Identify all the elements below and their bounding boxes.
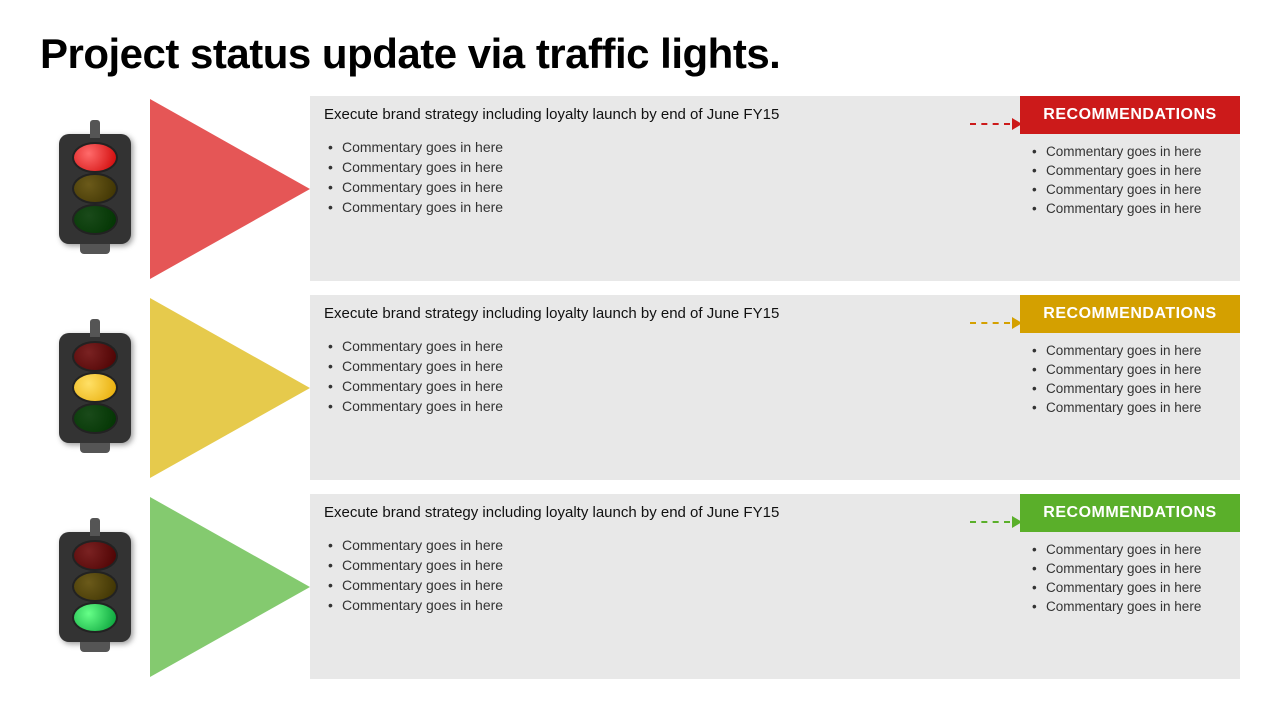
bullet-green-2: Commentary goes in here <box>324 575 1006 595</box>
bullet-red-0: Commentary goes in here <box>324 137 1006 157</box>
rec-box-green: RECOMMENDATIONS Commentary goes in hereC… <box>1020 494 1240 679</box>
traffic-light-green <box>59 532 131 642</box>
bullet-yellow-3: Commentary goes in here <box>324 396 1006 416</box>
bullet-green-1: Commentary goes in here <box>324 555 1006 575</box>
bullet-list-red: Commentary goes in hereCommentary goes i… <box>324 137 1006 217</box>
bulb-green-green <box>72 602 118 633</box>
page-title: Project status update via traffic lights… <box>40 30 1240 78</box>
rec-bullet-green-2: Commentary goes in here <box>1028 578 1232 597</box>
traffic-row-green: Execute brand strategy including loyalty… <box>40 494 1240 679</box>
arrow-head-red <box>1012 118 1022 130</box>
rec-bullet-green-3: Commentary goes in here <box>1028 597 1232 616</box>
rec-bullet-red-1: Commentary goes in here <box>1028 161 1232 180</box>
traffic-light-wrap-green <box>40 494 150 679</box>
traffic-row-yellow: Execute brand strategy including loyalty… <box>40 295 1240 480</box>
rec-bullet-list-red: Commentary goes in hereCommentary goes i… <box>1028 142 1232 218</box>
bulb-red-green <box>72 540 118 571</box>
rec-bullet-list-yellow: Commentary goes in hereCommentary goes i… <box>1028 341 1232 417</box>
beam-wrap-red <box>150 96 310 281</box>
bullet-red-2: Commentary goes in here <box>324 177 1006 197</box>
bulb-red-yellow <box>72 341 118 372</box>
bullet-yellow-2: Commentary goes in here <box>324 376 1006 396</box>
rec-bullet-yellow-0: Commentary goes in here <box>1028 341 1232 360</box>
rec-box-red: RECOMMENDATIONS Commentary goes in hereC… <box>1020 96 1240 281</box>
traffic-light-yellow <box>59 333 131 443</box>
bullet-red-3: Commentary goes in here <box>324 197 1006 217</box>
bulb-red-red <box>72 142 118 173</box>
bullet-list-yellow: Commentary goes in hereCommentary goes i… <box>324 336 1006 416</box>
dashed-arrow-red <box>970 118 1022 130</box>
content-box-green: Execute brand strategy including loyalty… <box>310 494 1020 679</box>
content-box-yellow: Execute brand strategy including loyalty… <box>310 295 1020 480</box>
content-box-red: Execute brand strategy including loyalty… <box>310 96 1020 281</box>
rec-content-green: Commentary goes in hereCommentary goes i… <box>1020 532 1240 679</box>
beam-wrap-yellow <box>150 295 310 480</box>
bulb-green-red <box>72 204 118 235</box>
bullet-green-3: Commentary goes in here <box>324 595 1006 615</box>
rec-header-green: RECOMMENDATIONS <box>1020 494 1240 532</box>
bullet-red-1: Commentary goes in here <box>324 157 1006 177</box>
rec-header-yellow: RECOMMENDATIONS <box>1020 295 1240 333</box>
rec-bullet-green-1: Commentary goes in here <box>1028 559 1232 578</box>
rec-bullet-yellow-3: Commentary goes in here <box>1028 398 1232 417</box>
dashed-line-red <box>970 123 1010 125</box>
dashed-arrow-yellow <box>970 317 1022 329</box>
traffic-light-red <box>59 134 131 244</box>
rec-bullet-red-0: Commentary goes in here <box>1028 142 1232 161</box>
arrow-head-yellow <box>1012 317 1022 329</box>
bulb-yellow-green <box>72 571 118 602</box>
content-title-red: Execute brand strategy including loyalty… <box>324 106 1006 129</box>
rec-box-yellow: RECOMMENDATIONS Commentary goes in hereC… <box>1020 295 1240 480</box>
bullet-yellow-1: Commentary goes in here <box>324 356 1006 376</box>
rec-bullet-red-3: Commentary goes in here <box>1028 199 1232 218</box>
rec-header-red: RECOMMENDATIONS <box>1020 96 1240 134</box>
dashed-line-green <box>970 521 1010 523</box>
bullet-green-0: Commentary goes in here <box>324 535 1006 555</box>
bullet-yellow-0: Commentary goes in here <box>324 336 1006 356</box>
bulb-green-yellow <box>72 403 118 434</box>
beam-green <box>150 497 310 677</box>
rows-container: Execute brand strategy including loyalty… <box>40 96 1240 700</box>
rec-bullet-yellow-2: Commentary goes in here <box>1028 379 1232 398</box>
content-title-yellow: Execute brand strategy including loyalty… <box>324 305 1006 328</box>
beam-yellow <box>150 298 310 478</box>
rec-bullet-yellow-1: Commentary goes in here <box>1028 360 1232 379</box>
rec-content-yellow: Commentary goes in hereCommentary goes i… <box>1020 333 1240 480</box>
beam-wrap-green <box>150 494 310 679</box>
bulb-yellow-red <box>72 173 118 204</box>
rec-bullet-red-2: Commentary goes in here <box>1028 180 1232 199</box>
dashed-arrow-green <box>970 516 1022 528</box>
arrow-head-green <box>1012 516 1022 528</box>
traffic-light-wrap-yellow <box>40 295 150 480</box>
traffic-light-wrap-red <box>40 96 150 281</box>
page: Project status update via traffic lights… <box>0 0 1280 720</box>
rec-bullet-list-green: Commentary goes in hereCommentary goes i… <box>1028 540 1232 616</box>
dashed-line-yellow <box>970 322 1010 324</box>
rec-content-red: Commentary goes in hereCommentary goes i… <box>1020 134 1240 281</box>
content-title-green: Execute brand strategy including loyalty… <box>324 504 1006 527</box>
bullet-list-green: Commentary goes in hereCommentary goes i… <box>324 535 1006 615</box>
bulb-yellow-yellow <box>72 372 118 403</box>
traffic-row-red: Execute brand strategy including loyalty… <box>40 96 1240 281</box>
beam-red <box>150 99 310 279</box>
rec-bullet-green-0: Commentary goes in here <box>1028 540 1232 559</box>
